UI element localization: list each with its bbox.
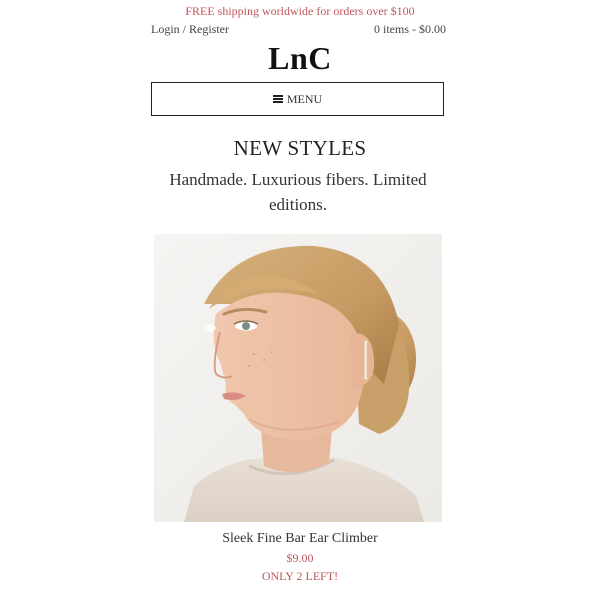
menu-button[interactable]: MENU bbox=[151, 82, 444, 116]
hamburger-icon bbox=[272, 95, 283, 103]
product-photo[interactable] bbox=[154, 234, 442, 522]
product-price: $9.00 bbox=[286, 551, 314, 565]
section-subtitle: Handmade. Luxurious fibers. Limited edit… bbox=[169, 170, 427, 214]
product-name[interactable]: Sleek Fine Bar Ear Climber bbox=[0, 531, 600, 547]
section-title: NEW STYLES bbox=[233, 136, 367, 160]
menu-label: MENU bbox=[286, 91, 323, 106]
site-logo[interactable]: LnC bbox=[0, 40, 600, 77]
cart-summary-link[interactable]: 0 items - $0.00 bbox=[374, 22, 446, 37]
account-bar: Login / Register 0 items - $0.00 bbox=[151, 22, 446, 38]
stock-note: ONLY 2 LEFT! bbox=[261, 569, 339, 583]
promo-banner: FREE shipping worldwide for orders over … bbox=[185, 4, 415, 18]
login-register-link[interactable]: Login / Register bbox=[151, 22, 229, 37]
